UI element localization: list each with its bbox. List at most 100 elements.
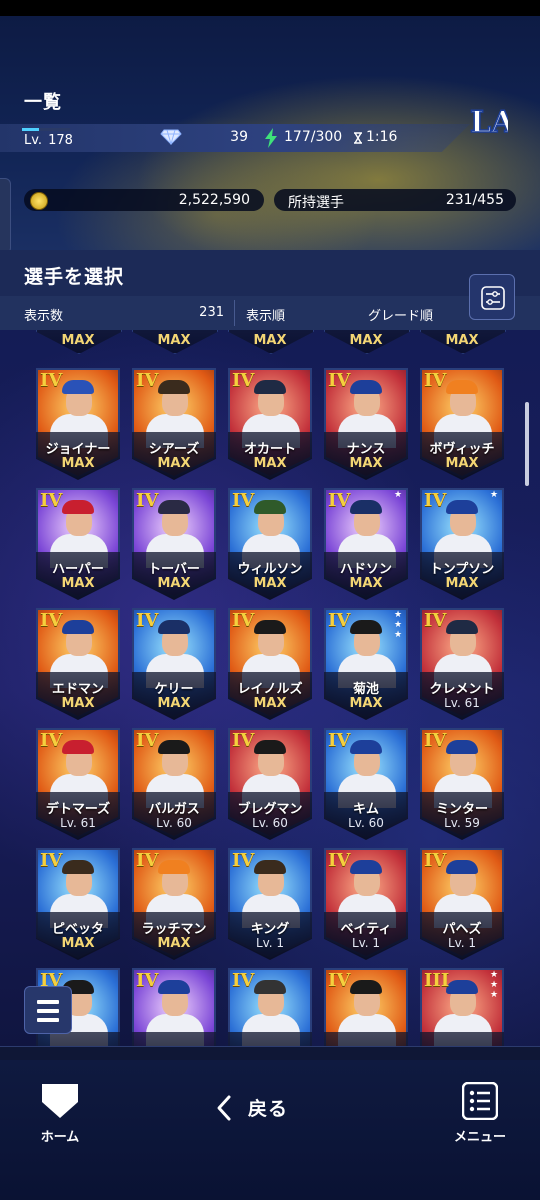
player-card[interactable]: IV (132, 968, 216, 1050)
player-card[interactable]: IV ブレグマン Lv. 60 (228, 728, 312, 840)
player-name: ジョイナー (45, 442, 111, 457)
player-name: パヘズ (442, 922, 482, 937)
player-card[interactable]: III ★ ★ ★ (420, 968, 504, 1050)
status-bar (0, 0, 540, 16)
sort-order-label: 表示順 (246, 309, 286, 324)
player-card[interactable]: IV (324, 968, 408, 1050)
player-card[interactable]: IV ★ トンプソン MAX (420, 488, 504, 600)
player-name: ブレグマン (237, 802, 303, 817)
player-card[interactable]: IV ミンター Lv. 59 (420, 728, 504, 840)
player-name: キング (250, 922, 290, 937)
coin-value: 2,522,590 (178, 192, 250, 208)
player-card[interactable]: IV キング Lv. 1 (228, 848, 312, 960)
player-card[interactable]: IV ★ ハドソン MAX (324, 488, 408, 600)
player-card[interactable]: IV バルガス Lv. 60 (132, 728, 216, 840)
card-peek[interactable]: MAX (420, 330, 506, 354)
card-grade: IV (328, 970, 351, 991)
player-card[interactable]: IV シアーズ MAX (132, 368, 216, 480)
card-grade: IV (40, 490, 63, 511)
player-card[interactable]: IV パヘズ Lv. 1 (420, 848, 504, 960)
home-button[interactable]: ホーム (30, 1080, 90, 1150)
player-card[interactable]: IV ウィルソン MAX (228, 488, 312, 600)
card-level: Lv. 61 (60, 816, 96, 830)
star-icon: ★ ★ ★ (393, 610, 403, 640)
scrollbar[interactable] (525, 402, 529, 486)
menu-button[interactable]: メニュー (448, 1080, 512, 1150)
player-name: ミンター (435, 802, 488, 817)
card-level: MAX (157, 576, 191, 591)
sort-divider (234, 300, 235, 326)
sort-order-value[interactable]: グレード順 (368, 305, 433, 324)
gem-count: 39 (230, 129, 248, 145)
player-name: ナンス (346, 442, 386, 457)
player-card[interactable]: IV オカート MAX (228, 368, 312, 480)
card-grade: IV (328, 610, 351, 631)
card-peek[interactable]: MAX (228, 330, 314, 354)
card-grade: IV (424, 370, 447, 391)
player-card[interactable]: IV ジョイナー MAX (36, 368, 120, 480)
card-grade: IV (232, 850, 255, 871)
card-peek[interactable]: MAX (324, 330, 410, 354)
home-plate-icon (42, 1084, 78, 1118)
card-level: MAX (253, 333, 287, 348)
card-level: Lv. 60 (252, 816, 288, 830)
star-icon: ★ (489, 490, 499, 500)
card-grade: IV (424, 610, 447, 631)
card-level: Lv. 1 (255, 936, 285, 950)
player-name: ウィルソン (237, 562, 303, 577)
player-name: レイノルズ (237, 682, 303, 697)
side-drawer-tab[interactable] (0, 178, 11, 254)
player-card[interactable]: IV ケリー MAX (132, 608, 216, 720)
hamburger-icon-line (37, 1009, 59, 1013)
card-grade: IV (40, 610, 63, 631)
player-card[interactable]: IV エドマン MAX (36, 608, 120, 720)
player-card[interactable]: IV ナンス MAX (324, 368, 408, 480)
card-grade: IV (232, 490, 255, 511)
back-button[interactable]: 戻る (206, 1090, 306, 1124)
card-level: MAX (61, 456, 95, 471)
card-level: MAX (157, 456, 191, 471)
player-name: トンプソン (429, 562, 495, 577)
list-menu-button[interactable] (24, 986, 72, 1034)
card-peek[interactable]: MAX (132, 330, 218, 354)
card-grade: IV (232, 730, 255, 751)
player-card[interactable]: IV ボヴィッチ MAX (420, 368, 504, 480)
page-title: 一覧 (24, 92, 62, 113)
card-grade: IV (136, 370, 159, 391)
player-card[interactable]: IV キム Lv. 60 (324, 728, 408, 840)
level-label: Lv. (24, 133, 43, 148)
player-card[interactable]: IV デトマーズ Lv. 61 (36, 728, 120, 840)
player-card[interactable]: IV ピベッタ MAX (36, 848, 120, 960)
card-grade: IV (424, 730, 447, 751)
card-level: MAX (349, 456, 383, 471)
player-name: デトマーズ (45, 802, 111, 817)
card-peek[interactable]: MAX (36, 330, 122, 354)
team-logo: LA (469, 104, 508, 141)
card-grade: IV (136, 730, 159, 751)
diamond-icon (160, 129, 182, 145)
player-card[interactable]: IV (228, 968, 312, 1050)
hamburger-icon-line (37, 1000, 59, 1004)
coin-icon (30, 192, 48, 210)
card-level: MAX (61, 333, 95, 348)
card-grade: IV (136, 970, 159, 991)
player-card[interactable]: IV ベイティ Lv. 1 (324, 848, 408, 960)
player-card[interactable]: IV レイノルズ MAX (228, 608, 312, 720)
card-grade: IV (328, 490, 351, 511)
card-level: MAX (157, 333, 191, 348)
card-level: MAX (61, 936, 95, 951)
player-card[interactable]: IV ★ ★ ★ 菊池 MAX (324, 608, 408, 720)
card-level: MAX (445, 576, 479, 591)
card-level: MAX (445, 333, 479, 348)
player-card[interactable]: IV クレメント Lv. 61 (420, 608, 504, 720)
player-grid[interactable]: MAX MAX MAX MAX MAX IV ジョイナー MAX IV シアーズ MAX IV オカート… (0, 330, 540, 1050)
filter-button[interactable] (469, 274, 515, 320)
card-grade: IV (136, 610, 159, 631)
player-card[interactable]: IV ラッチマン MAX (132, 848, 216, 960)
player-card[interactable]: IV ハーパー MAX (36, 488, 120, 600)
bottom-divider (0, 1046, 540, 1061)
card-level: MAX (349, 333, 383, 348)
player-card[interactable]: IV トーバー MAX (132, 488, 216, 600)
card-level: MAX (253, 456, 287, 471)
card-grade: IV (40, 370, 63, 391)
